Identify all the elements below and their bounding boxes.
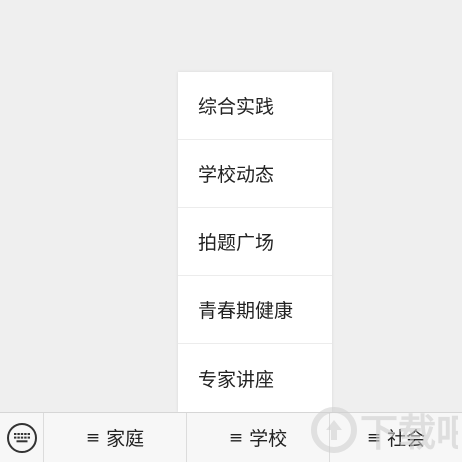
- menu-item-label: 学校动态: [198, 164, 275, 186]
- menu-lines-icon: ≡: [366, 427, 382, 448]
- menu-item-photo-question-square[interactable]: 拍题广场: [178, 208, 332, 276]
- menu-item-school-news[interactable]: 学校动态: [178, 140, 332, 208]
- tab-school[interactable]: ≡ 学校: [187, 413, 330, 462]
- tab-society[interactable]: ≡ 社会: [330, 413, 462, 462]
- keyboard-toggle-button[interactable]: [0, 413, 44, 462]
- tab-label: 社会: [387, 428, 426, 450]
- menu-item-label: 综合实践: [198, 96, 275, 118]
- menu-item-comprehensive-practice[interactable]: 综合实践: [178, 72, 332, 140]
- menu-lines-icon: ≡: [228, 427, 244, 448]
- menu-item-expert-lecture[interactable]: 专家讲座: [178, 344, 332, 412]
- menu-item-label: 拍题广场: [198, 232, 275, 254]
- tab-family[interactable]: ≡ 家庭: [44, 413, 187, 462]
- menu-lines-icon: ≡: [85, 427, 101, 448]
- popup-menu: 综合实践 学校动态 拍题广场 青春期健康 专家讲座: [178, 72, 332, 412]
- tab-label: 家庭: [106, 428, 145, 450]
- menu-item-label: 专家讲座: [198, 368, 275, 391]
- tab-label: 学校: [249, 428, 288, 450]
- menu-item-label: 青春期健康: [198, 300, 294, 322]
- bottom-menu-bar: ≡ 家庭 ≡ 学校 ≡ 社会: [0, 412, 462, 462]
- keyboard-icon: [6, 422, 37, 453]
- menu-item-adolescent-health[interactable]: 青春期健康: [178, 276, 332, 344]
